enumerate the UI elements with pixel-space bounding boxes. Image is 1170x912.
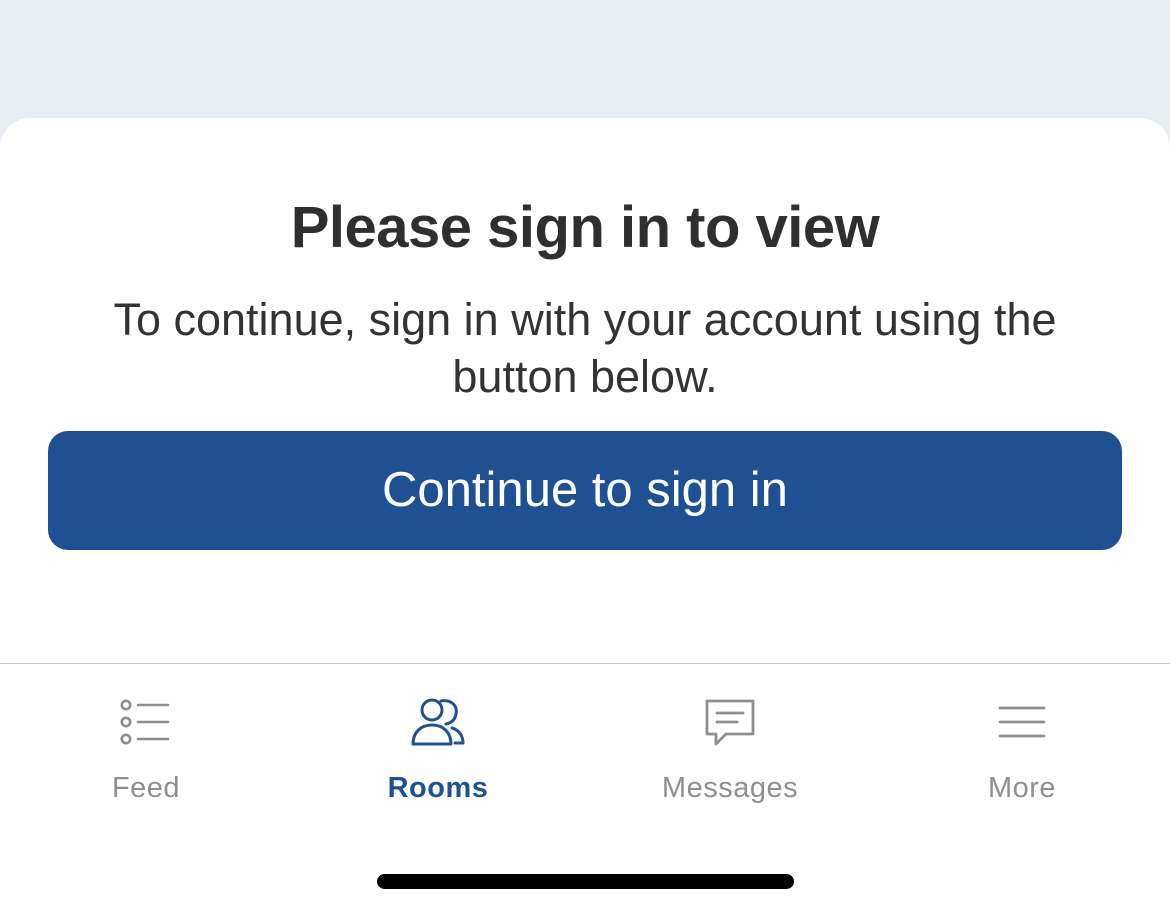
tab-feed-label: Feed xyxy=(111,772,181,804)
tab-rooms-label: Rooms xyxy=(387,772,489,804)
people-icon xyxy=(408,692,468,752)
tab-messages[interactable]: Messages xyxy=(584,664,876,824)
continue-to-sign-in-button[interactable]: Continue to sign in xyxy=(48,431,1122,550)
home-indicator xyxy=(377,874,794,889)
hamburger-menu-icon xyxy=(992,692,1052,752)
tab-more-label: More xyxy=(987,772,1057,804)
list-icon xyxy=(116,692,176,752)
tab-rooms[interactable]: Rooms xyxy=(292,664,584,824)
tab-feed[interactable]: Feed xyxy=(0,664,292,824)
chat-bubble-icon xyxy=(700,692,760,752)
tab-messages-label: Messages xyxy=(661,772,799,804)
signin-message: To continue, sign in with your account u… xyxy=(113,294,1057,402)
tab-more[interactable]: More xyxy=(876,664,1168,824)
signin-title: Please sign in to view xyxy=(290,195,880,260)
